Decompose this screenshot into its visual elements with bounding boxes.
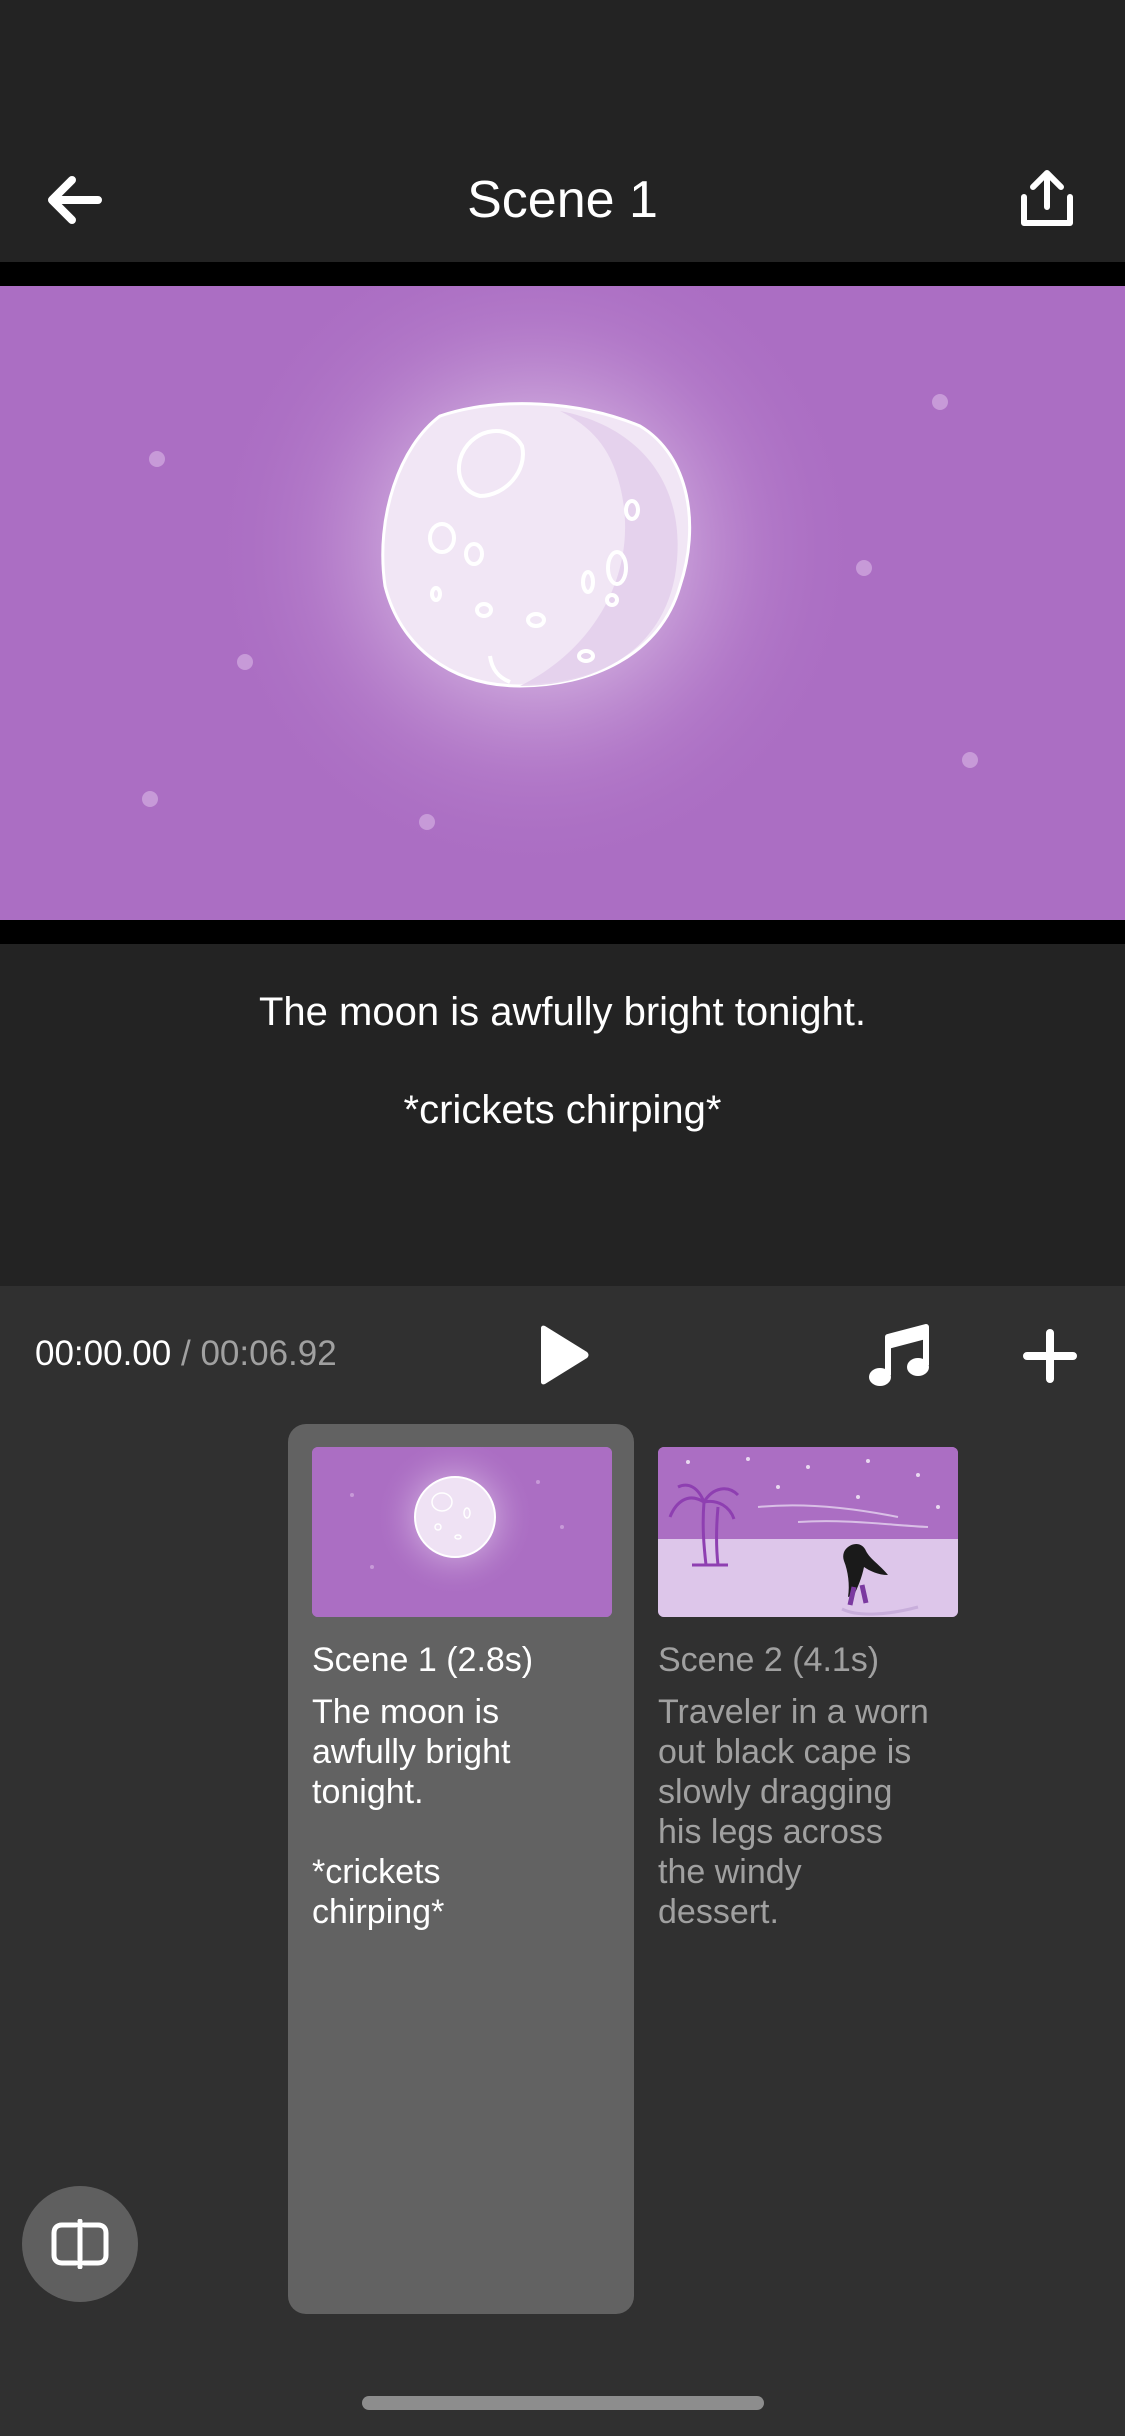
time-readout: 00:00.00 / 00:06.92	[35, 1330, 337, 1378]
scene-preview[interactable]	[0, 286, 1125, 920]
caption-line-1: The moon is awfully bright tonight.	[259, 990, 866, 1034]
plus-icon	[1023, 1329, 1077, 1383]
split-scene-button[interactable]	[22, 2186, 138, 2302]
scene-2-title[interactable]: Scene 2 (4.1s)	[658, 1638, 879, 1682]
page-title: Scene 1	[467, 171, 658, 229]
time-separator: /	[180, 1334, 191, 1373]
scene-1-description: The moon is awfully bright tonight. *cri…	[312, 1693, 511, 1931]
scene-1-thumbnail[interactable]	[312, 1447, 612, 1617]
caption-line-2: *crickets chirping*	[403, 1088, 722, 1132]
scene-1-title: Scene 1 (2.8s)	[312, 1641, 534, 1679]
share-icon	[1021, 170, 1073, 226]
share-button[interactable]	[1014, 166, 1080, 232]
moon-illustration	[0, 286, 1125, 920]
scene-2-thumbnail[interactable]	[658, 1447, 958, 1617]
moon-thumbnail-image	[312, 1447, 612, 1617]
desert-traveler-image	[658, 1447, 958, 1617]
current-time: 00:00.00	[35, 1334, 172, 1373]
add-scene-button[interactable]	[1012, 1322, 1088, 1390]
scene-2-description[interactable]: Traveler in a worn out black cape is slo…	[658, 1692, 958, 1932]
music-note-icon	[869, 1324, 929, 1386]
play-button[interactable]	[525, 1322, 601, 1388]
total-time: 00:06.92	[200, 1334, 337, 1373]
play-icon	[541, 1325, 589, 1385]
music-button[interactable]	[862, 1318, 938, 1394]
split-icon	[51, 2219, 109, 2269]
home-indicator[interactable]	[362, 2396, 764, 2410]
